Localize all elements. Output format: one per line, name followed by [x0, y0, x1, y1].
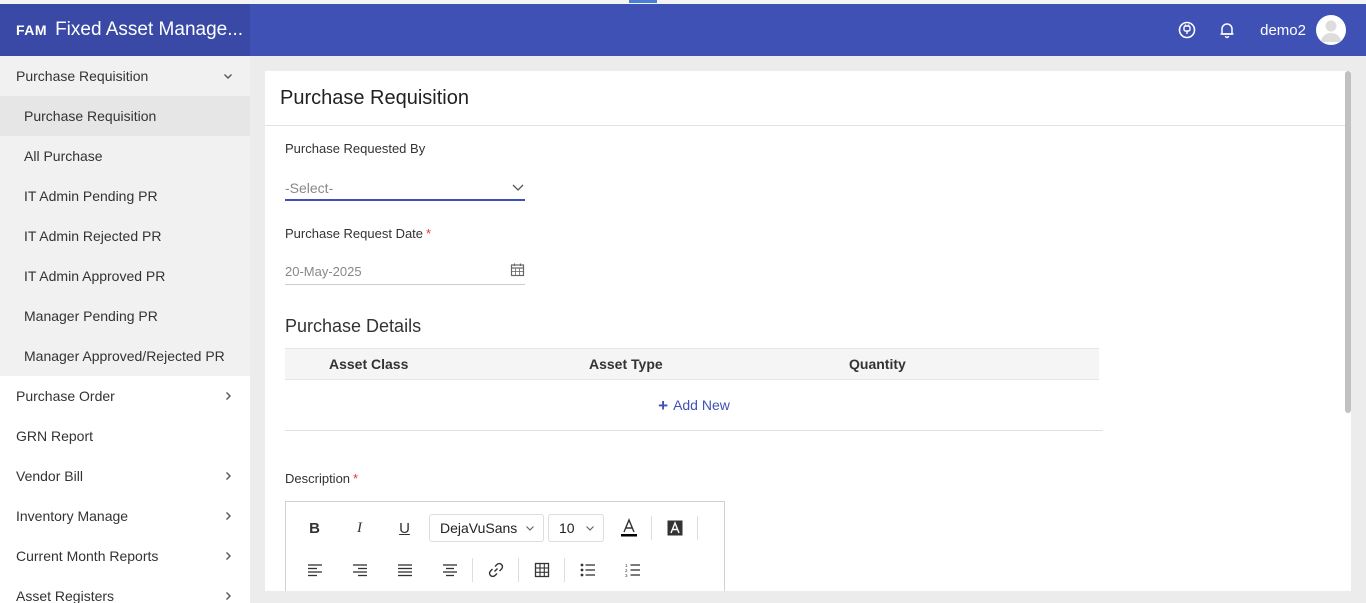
plus-icon: +: [658, 395, 669, 415]
requested-by-select[interactable]: -Select-: [285, 177, 525, 201]
description-label-text: Description: [285, 471, 351, 486]
sidebar-item-label: IT Admin Rejected PR: [24, 228, 162, 244]
submenu-purchase-requisition: Purchase Requisition All Purchase IT Adm…: [0, 96, 250, 376]
toolbar-separator: [697, 516, 698, 540]
font-family-select[interactable]: DejaVuSans: [429, 514, 544, 542]
font-size-value: 10: [559, 520, 575, 536]
sidebar-item-label: Purchase Order: [16, 388, 115, 404]
page-title: Purchase Requisition: [265, 71, 1351, 126]
sidebar-subitem-purchase-requisition[interactable]: Purchase Requisition: [0, 96, 250, 136]
numbered-list-icon[interactable]: 123: [610, 555, 655, 585]
sidebar-item-inventory-manage[interactable]: Inventory Manage: [0, 496, 250, 536]
column-header-asset-type: Asset Type: [589, 356, 663, 372]
align-left-icon[interactable]: [292, 555, 337, 585]
description-editor: B I U DejaVuSans 10 1 2 3: [285, 501, 725, 591]
sidebar-item-label: Vendor Bill: [16, 468, 83, 484]
calendar-icon[interactable]: [510, 262, 525, 280]
chevron-right-icon: [222, 550, 234, 562]
sidebar-item-label: GRN Report: [16, 428, 94, 444]
requested-by-label: Purchase Requested By: [285, 141, 425, 156]
header-actions: demo2: [1176, 4, 1346, 56]
date-value: 20-May-2025: [285, 263, 362, 279]
select-value: -Select-: [285, 180, 334, 196]
sidebar-item-label: Purchase Requisition: [24, 108, 157, 124]
user-avatar-icon: [1321, 20, 1341, 42]
brand[interactable]: FAM Fixed Asset Manage...: [0, 4, 250, 56]
table-icon[interactable]: [519, 555, 564, 585]
username[interactable]: demo2: [1260, 22, 1306, 39]
chevron-down-icon: [585, 520, 595, 536]
purchase-details-title: Purchase Details: [285, 316, 422, 336]
chevron-right-icon: [222, 470, 234, 482]
link-icon[interactable]: [473, 555, 518, 585]
editor-toolbar-row-1: B I U DejaVuSans 10: [286, 508, 724, 548]
sidebar-subitem-it-admin-approved-pr[interactable]: IT Admin Approved PR: [0, 256, 250, 296]
chevron-right-icon: [222, 510, 234, 522]
bold-button[interactable]: B: [292, 513, 337, 543]
align-justify-icon[interactable]: [382, 555, 427, 585]
app-title: Fixed Asset Manage...: [55, 19, 244, 40]
font-family-value: DejaVuSans: [440, 520, 518, 536]
sidebar-subitem-it-admin-pending-pr[interactable]: IT Admin Pending PR: [0, 176, 250, 216]
sidebar-subitem-all-purchase[interactable]: All Purchase: [0, 136, 250, 176]
underline-button[interactable]: U: [382, 513, 427, 543]
chevron-right-icon: [222, 590, 234, 602]
sidebar: Purchase Requisition Purchase Requisitio…: [0, 56, 250, 603]
page-scrollbar[interactable]: [1345, 71, 1351, 413]
add-new-label: Add New: [673, 397, 730, 413]
bell-icon[interactable]: [1216, 19, 1238, 41]
sidebar-item-grn-report[interactable]: GRN Report: [0, 416, 250, 456]
font-color-icon[interactable]: [606, 513, 651, 543]
sidebar-item-label: IT Admin Approved PR: [24, 268, 166, 284]
sidebar-item-label: Manager Approved/Rejected PR: [24, 348, 225, 364]
sidebar-item-label: IT Admin Pending PR: [24, 188, 158, 204]
add-row: + Add New: [285, 380, 1103, 431]
font-size-select[interactable]: 10: [548, 514, 604, 542]
sidebar-subitem-manager-approved-rejected-pr[interactable]: Manager Approved/Rejected PR: [0, 336, 250, 376]
request-date-label-text: Purchase Request Date: [285, 226, 424, 241]
chevron-down-icon: [222, 70, 234, 82]
sidebar-item-label: Manager Pending PR: [24, 308, 158, 324]
sidebar-item-label: Inventory Manage: [16, 508, 129, 524]
sidebar-item-label: Asset Registers: [16, 588, 115, 603]
sidebar-item-purchase-order[interactable]: Purchase Order: [0, 376, 250, 416]
column-header-asset-class: Asset Class: [329, 356, 409, 372]
align-center-icon[interactable]: [427, 555, 472, 585]
required-mark: *: [426, 226, 432, 241]
sidebar-item-label: Purchase Requisition: [16, 68, 149, 84]
purchase-details-table-header: Asset Class Asset Type Quantity: [285, 348, 1099, 380]
main-panel: Purchase Requisition Purchase Requested …: [265, 71, 1351, 591]
add-new-button[interactable]: + Add New: [658, 397, 730, 414]
background-color-icon[interactable]: [652, 513, 697, 543]
required-mark: *: [353, 471, 359, 486]
editor-toolbar-row-2: 123: [286, 550, 724, 590]
bulleted-list-icon[interactable]: [565, 555, 610, 585]
svg-text:3: 3: [625, 573, 628, 577]
sidebar-subitem-it-admin-rejected-pr[interactable]: IT Admin Rejected PR: [0, 216, 250, 256]
sidebar-item-current-month-reports[interactable]: Current Month Reports: [0, 536, 250, 576]
avatar[interactable]: [1316, 15, 1346, 45]
align-right-icon[interactable]: [337, 555, 382, 585]
sidebar-item-label: All Purchase: [24, 148, 103, 164]
chevron-down-icon: [525, 520, 535, 536]
chevron-down-icon: [511, 180, 525, 197]
sidebar-item-label: Current Month Reports: [16, 548, 159, 564]
brand-abbr: FAM: [16, 22, 48, 38]
description-label: Description *: [285, 471, 358, 486]
app-header: FAM Fixed Asset Manage... demo2: [0, 4, 1366, 56]
tab-indicator: [629, 0, 657, 3]
sidebar-item-purchase-requisition[interactable]: Purchase Requisition: [0, 56, 250, 96]
sidebar-subitem-manager-pending-pr[interactable]: Manager Pending PR: [0, 296, 250, 336]
request-date-input[interactable]: 20-May-2025: [285, 258, 525, 285]
sidebar-item-asset-registers[interactable]: Asset Registers: [0, 576, 250, 603]
requested-by-label-text: Purchase Requested By: [285, 141, 426, 156]
column-header-quantity: Quantity: [849, 356, 906, 372]
italic-button[interactable]: I: [337, 513, 382, 543]
request-date-label: Purchase Request Date *: [285, 226, 431, 241]
sidebar-item-vendor-bill[interactable]: Vendor Bill: [0, 456, 250, 496]
chevron-right-icon: [222, 390, 234, 402]
plug-icon[interactable]: [1176, 19, 1198, 41]
